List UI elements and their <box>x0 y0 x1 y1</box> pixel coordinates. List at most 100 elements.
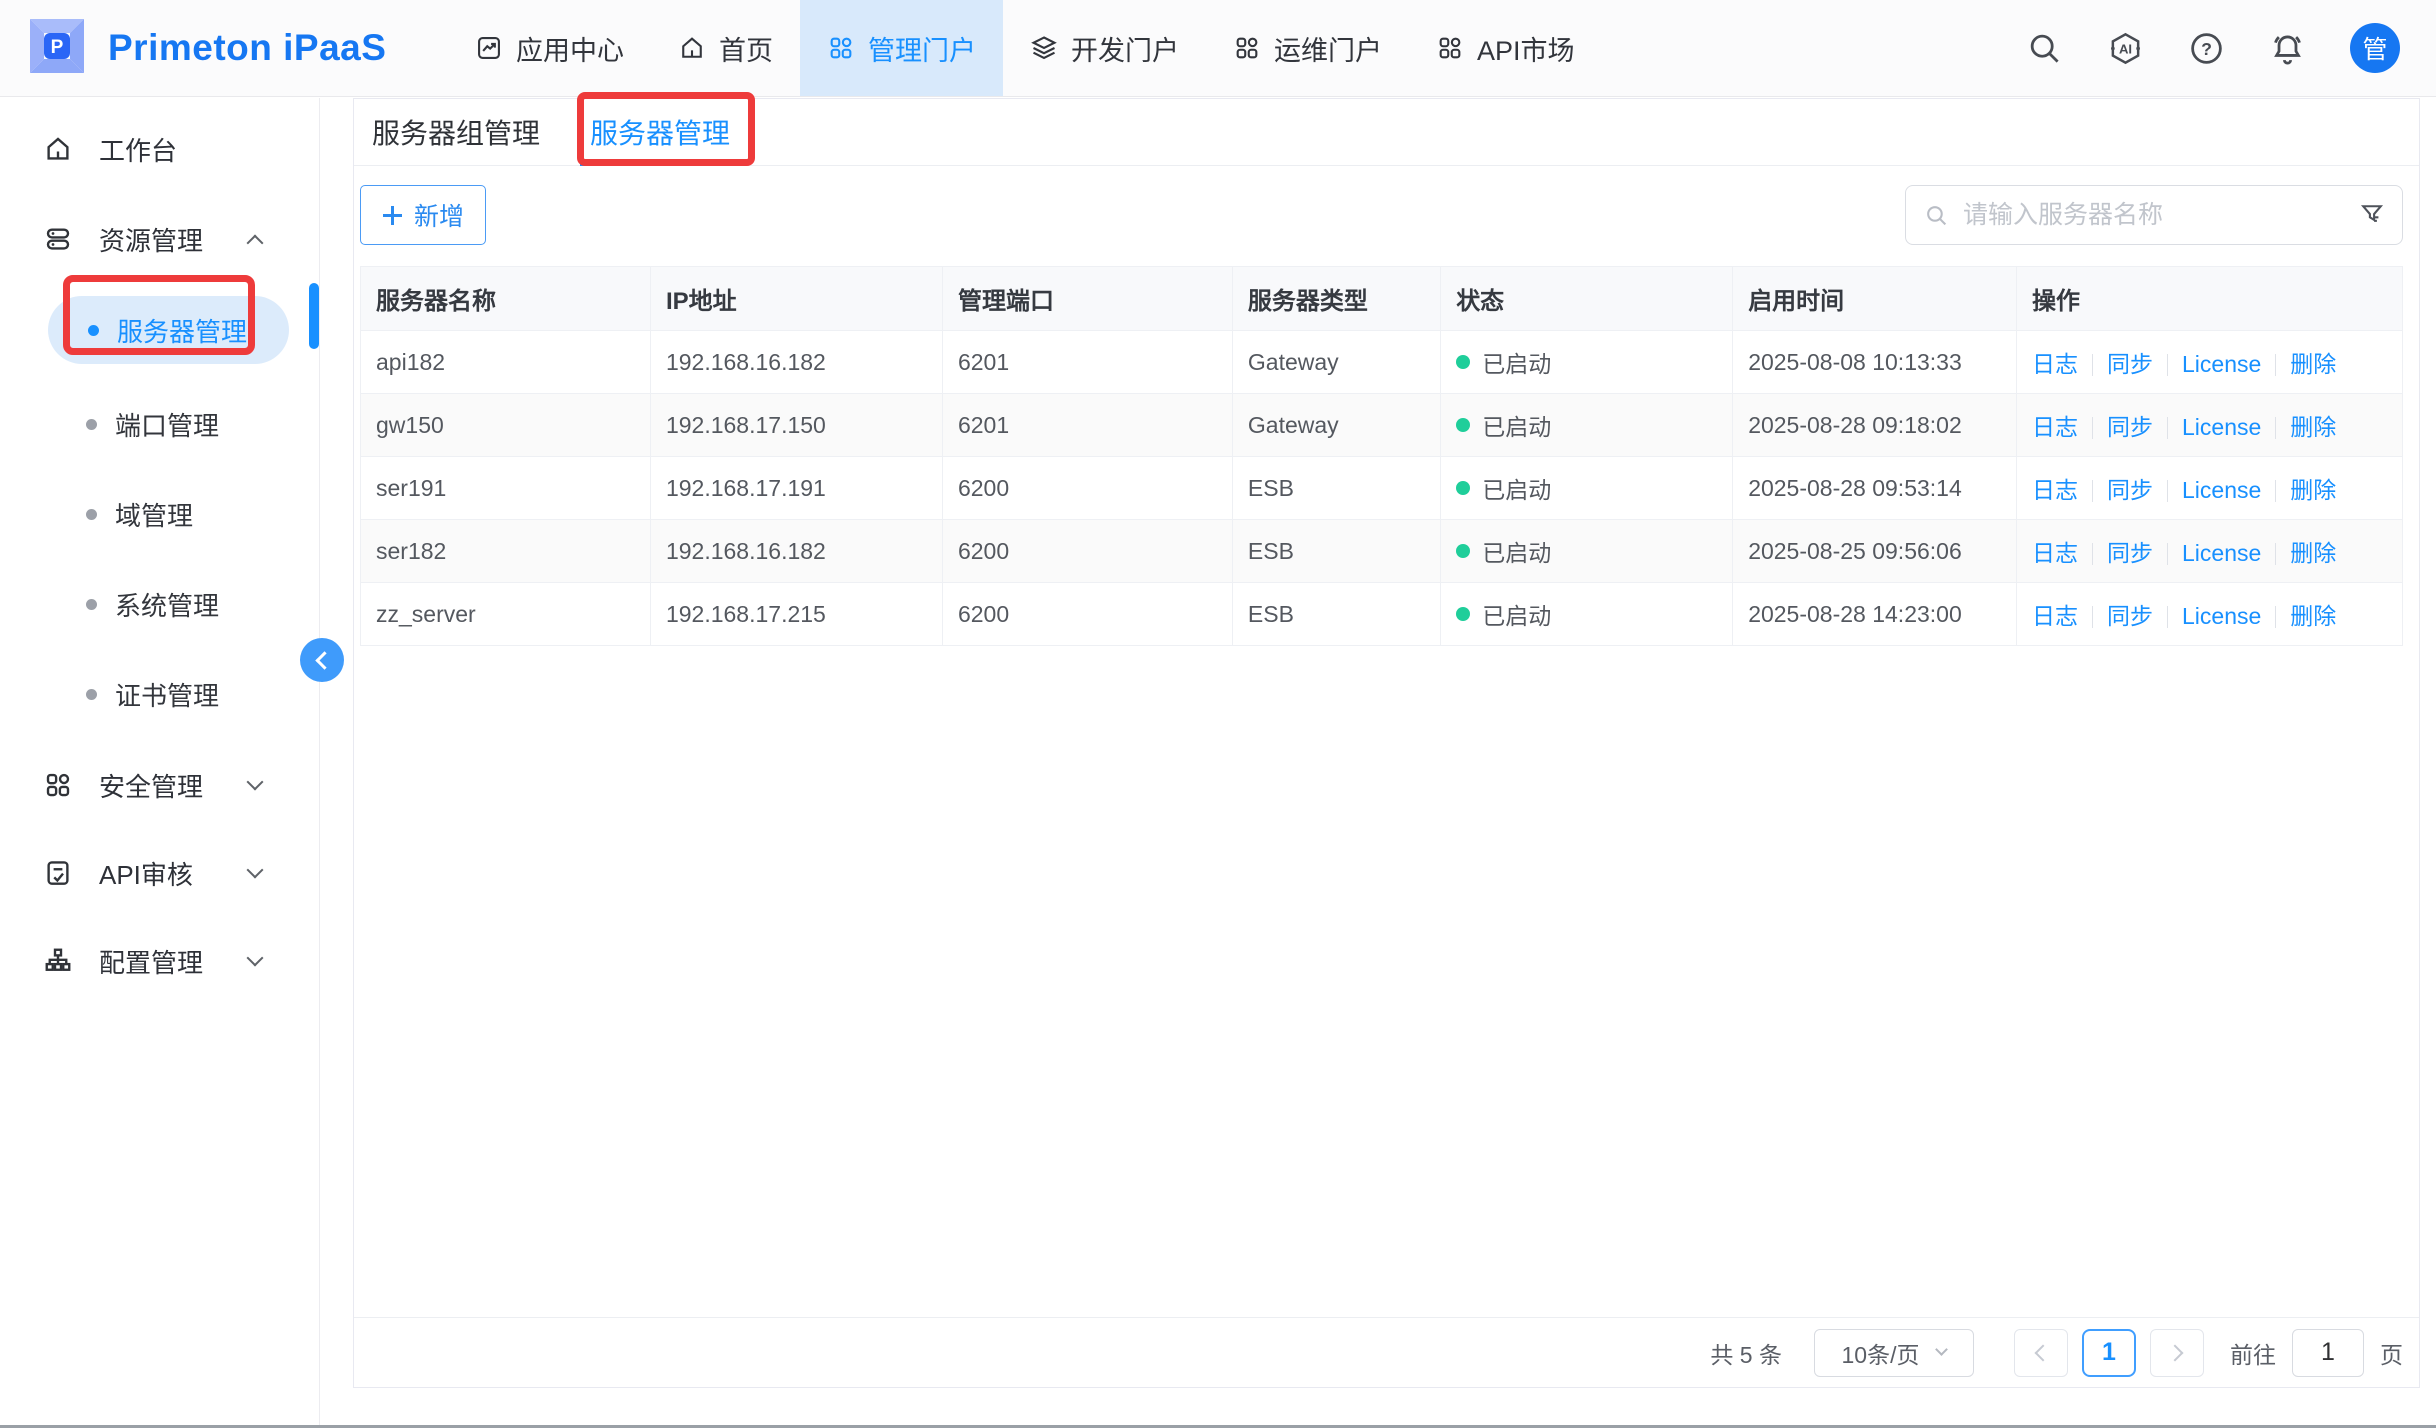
action-delete-link[interactable]: 删除 <box>2290 351 2336 377</box>
sidebar-item-port-management[interactable]: 端口管理 <box>0 394 319 454</box>
action-sync-link[interactable]: 同步 <box>2107 477 2153 503</box>
action-sync-link[interactable]: 同步 <box>2107 351 2153 377</box>
status-text: 已启动 <box>1482 477 1551 503</box>
add-button-label: 新增 <box>414 197 464 233</box>
sidebar-item-system-management[interactable]: 系统管理 <box>0 574 319 634</box>
nav-item-api-market[interactable]: API市场 <box>1409 0 1602 96</box>
workbench-icon <box>43 134 73 164</box>
bullet-icon <box>88 325 99 336</box>
server-search-input[interactable] <box>1963 201 2344 230</box>
nav-item-ops-portal[interactable]: 运维门户 <box>1206 0 1409 96</box>
user-avatar[interactable]: 管 <box>2350 23 2400 73</box>
top-nav: 应用中心 首页 管理门户 <box>448 0 1602 96</box>
action-sync-link[interactable]: 同步 <box>2107 540 2153 566</box>
cell-actions: 日志 同步 License 删除 <box>2017 331 2403 394</box>
nav-item-home[interactable]: 首页 <box>651 0 800 96</box>
tab-server-group-management[interactable]: 服务器组管理 <box>372 99 540 165</box>
svg-text:?: ? <box>2201 38 2212 58</box>
cell-ip: 192.168.17.191 <box>650 457 942 520</box>
nav-label: 管理门户 <box>868 29 976 68</box>
cell-port: 6200 <box>942 457 1232 520</box>
action-divider <box>2092 480 2093 502</box>
table-row: ser191 192.168.17.191 6200 ESB 已启动 2025-… <box>361 457 2403 520</box>
logo-icon: P <box>24 13 90 84</box>
sidebar-item-config-management[interactable]: 配置管理 <box>0 930 319 992</box>
chevron-down-icon <box>247 950 264 967</box>
next-page-button[interactable] <box>2150 1329 2204 1377</box>
sidebar-item-resource-management[interactable]: 资源管理 <box>0 208 319 270</box>
action-divider <box>2275 543 2276 565</box>
cell-actions: 日志 同步 License 删除 <box>2017 457 2403 520</box>
action-divider <box>2167 417 2168 439</box>
sidebar-item-label: 资源管理 <box>99 221 203 258</box>
nav-item-app-center[interactable]: 应用中心 <box>448 0 651 96</box>
action-log-link[interactable]: 日志 <box>2032 477 2078 503</box>
action-license-link[interactable]: License <box>2182 603 2261 629</box>
topbar-right: AI ? 管 <box>2026 0 2436 96</box>
cell-type: ESB <box>1232 583 1440 646</box>
prev-page-button[interactable] <box>2014 1329 2068 1377</box>
cell-server-name: zz_server <box>361 583 651 646</box>
sidebar-subitem-label: 服务器管理 <box>117 312 247 349</box>
sidebar-collapse-toggle[interactable] <box>300 638 344 682</box>
page-size-select[interactable]: 10条/页 <box>1814 1329 1974 1377</box>
cell-ip: 192.168.16.182 <box>650 331 942 394</box>
action-delete-link[interactable]: 删除 <box>2290 477 2336 503</box>
action-delete-link[interactable]: 删除 <box>2290 414 2336 440</box>
toolbar: 新增 <box>354 166 2419 266</box>
chevron-up-icon <box>247 235 264 252</box>
grid-icon <box>1436 34 1464 62</box>
current-page-button[interactable]: 1 <box>2082 1329 2136 1377</box>
action-delete-link[interactable]: 删除 <box>2290 540 2336 566</box>
cell-start-time: 2025-08-25 09:56:06 <box>1733 520 2017 583</box>
action-log-link[interactable]: 日志 <box>2032 414 2078 440</box>
server-table-wrap: 服务器名称 IP地址 管理端口 服务器类型 状态 启用时间 操作 api182 … <box>354 266 2419 646</box>
action-log-link[interactable]: 日志 <box>2032 540 2078 566</box>
sidebar-item-domain-management[interactable]: 域管理 <box>0 484 319 544</box>
sidebar-item-security-management[interactable]: 安全管理 <box>0 754 319 816</box>
sidebar-item-server-management[interactable]: 服务器管理 <box>48 296 289 364</box>
status-text: 已启动 <box>1482 603 1551 629</box>
action-sync-link[interactable]: 同步 <box>2107 603 2153 629</box>
action-delete-link[interactable]: 删除 <box>2290 603 2336 629</box>
search-icon[interactable] <box>2026 30 2063 67</box>
svg-text:AI: AI <box>2119 41 2132 56</box>
action-sync-link[interactable]: 同步 <box>2107 414 2153 440</box>
main-panel: 服务器组管理 服务器管理 新增 <box>353 98 2420 1388</box>
resource-submenu: 服务器管理 端口管理 域管理 系统管理 证书管理 <box>0 296 319 724</box>
server-icon <box>43 224 73 254</box>
sidebar-item-api-audit[interactable]: API审核 <box>0 842 319 904</box>
action-license-link[interactable]: License <box>2182 477 2261 503</box>
cell-type: ESB <box>1232 520 1440 583</box>
filter-icon[interactable] <box>2358 201 2386 229</box>
cell-status: 已启动 <box>1441 394 1733 457</box>
sidebar-item-certificate-management[interactable]: 证书管理 <box>0 664 319 724</box>
page-size-value: 10条/页 <box>1842 1336 1920 1370</box>
goto-page-input[interactable] <box>2292 1329 2364 1377</box>
action-log-link[interactable]: 日志 <box>2032 603 2078 629</box>
tab-server-management[interactable]: 服务器管理 <box>590 99 730 165</box>
goto-page-label: 前往 <box>2230 1336 2276 1370</box>
column-header-status: 状态 <box>1441 267 1733 331</box>
action-license-link[interactable]: License <box>2182 351 2261 377</box>
chevron-right-icon <box>2167 1344 2184 1361</box>
action-license-link[interactable]: License <box>2182 414 2261 440</box>
server-search-box <box>1905 185 2403 245</box>
add-server-button[interactable]: 新增 <box>360 185 486 245</box>
topbar: P Primeton iPaaS 应用中心 首页 <box>0 0 2436 97</box>
help-icon[interactable]: ? <box>2188 30 2225 67</box>
cell-ip: 192.168.16.182 <box>650 520 942 583</box>
nav-item-management-portal[interactable]: 管理门户 <box>800 0 1003 96</box>
app-root: P Primeton iPaaS 应用中心 首页 <box>0 0 2436 1428</box>
logo: P Primeton iPaaS <box>0 0 448 96</box>
notification-bell-icon[interactable] <box>2269 30 2306 67</box>
action-log-link[interactable]: 日志 <box>2032 351 2078 377</box>
sitemap-icon <box>43 946 73 976</box>
nav-label: 首页 <box>719 29 773 68</box>
nav-item-dev-portal[interactable]: 开发门户 <box>1003 0 1206 96</box>
sidebar-item-workbench[interactable]: 工作台 <box>0 118 319 180</box>
ai-assistant-icon[interactable]: AI <box>2107 30 2144 67</box>
bullet-icon <box>86 599 97 610</box>
action-license-link[interactable]: License <box>2182 540 2261 566</box>
chevron-down-icon <box>247 862 264 879</box>
